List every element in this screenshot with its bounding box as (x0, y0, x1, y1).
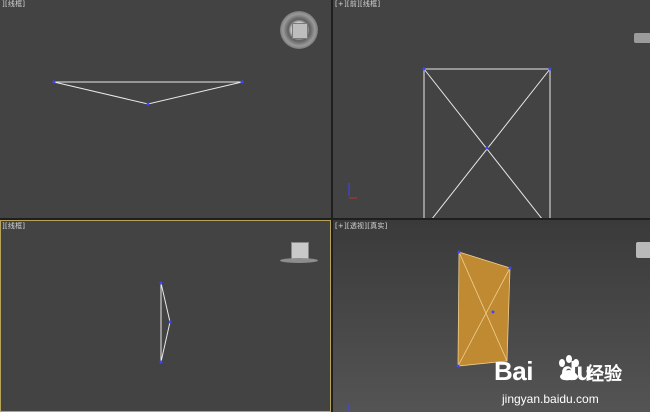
viewport-divider-vertical[interactable] (331, 0, 333, 412)
vertex (159, 360, 163, 364)
viewport-left[interactable]: ][线框] (0, 220, 331, 412)
vertex (508, 266, 512, 270)
baidu-paw-icon (559, 355, 579, 381)
viewcube-icon[interactable] (280, 240, 318, 264)
viewport-top[interactable]: ][线框] (0, 0, 331, 218)
front-wire-diag (423, 68, 542, 218)
watermark-url: jingyan.baidu.com (502, 392, 599, 406)
vertex (168, 320, 172, 324)
vertex (52, 80, 56, 84)
viewcube-icon[interactable] (634, 33, 650, 43)
viewcube-icon[interactable] (636, 242, 650, 258)
viewcube-icon[interactable] (280, 11, 318, 49)
vertex (456, 364, 460, 368)
vertex (485, 146, 489, 150)
watermark-cn: 经验 (586, 364, 622, 385)
viewport-front[interactable]: [+][前][线框] (333, 0, 650, 218)
vertex (548, 67, 552, 71)
top-wire (53, 81, 243, 105)
vertex (146, 102, 150, 106)
vertex (457, 250, 461, 254)
front-wire-frame (423, 68, 551, 218)
vertex (159, 281, 163, 285)
viewport-divider-horizontal[interactable] (0, 218, 650, 220)
baidu-jingyan-watermark: Bai du 经验 jingyan.baidu.com (494, 350, 644, 410)
front-view-canvas (348, 67, 552, 218)
front-wire-diag (432, 68, 551, 218)
vertex (422, 67, 426, 71)
vertex (491, 310, 495, 314)
vertex (240, 80, 244, 84)
